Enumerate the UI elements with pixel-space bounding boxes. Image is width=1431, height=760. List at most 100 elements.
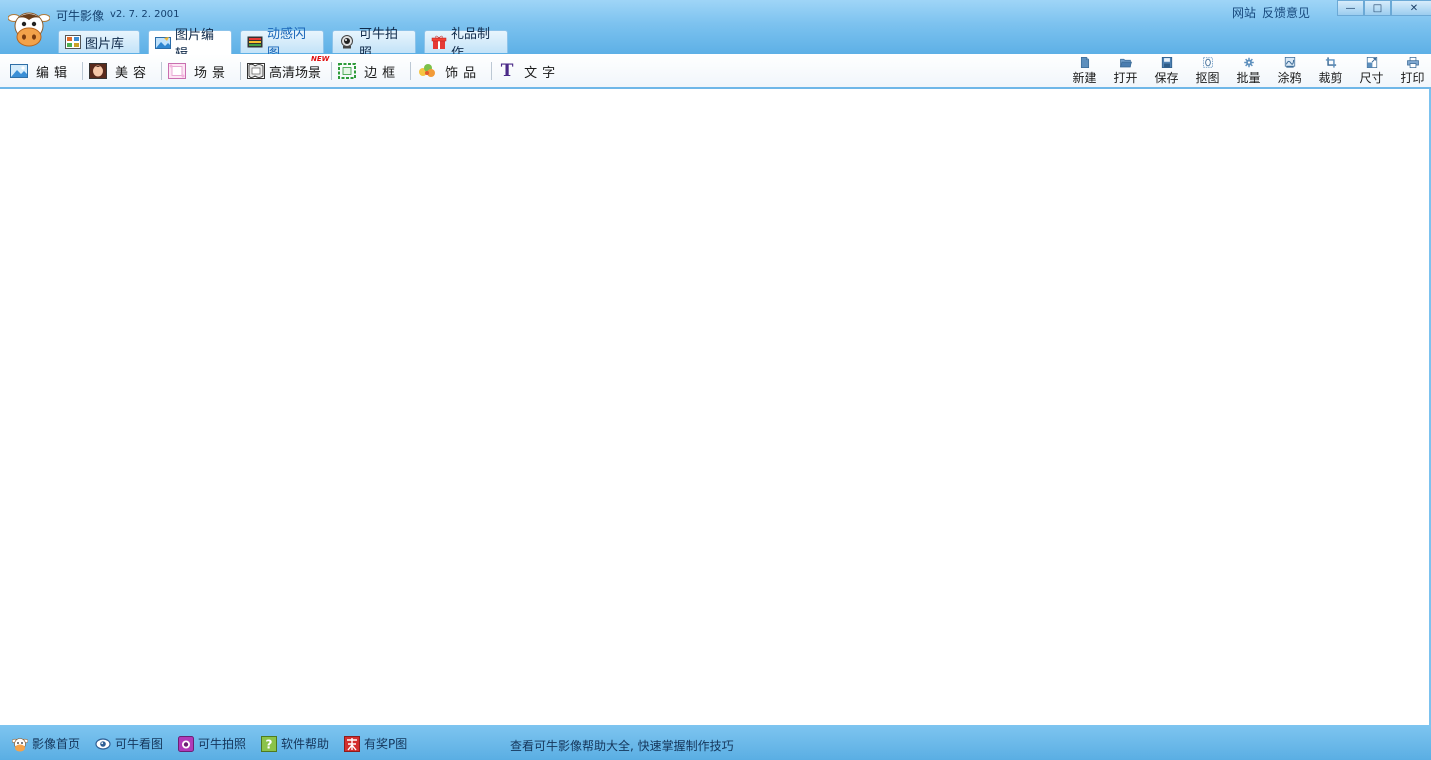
tool-scene[interactable]: 场景 (166, 60, 236, 82)
tool-label: 文字 (524, 65, 561, 81)
save-button[interactable]: 保存 (1146, 56, 1187, 86)
divider (161, 62, 163, 80)
website-link[interactable]: 网站 (1232, 4, 1256, 21)
help-link[interactable]: ? 软件帮助 (261, 735, 329, 752)
new-badge: NEW (311, 55, 330, 63)
scene-frame-icon (168, 63, 187, 79)
canvas-area[interactable] (0, 89, 1431, 725)
status-label: 可牛拍照 (198, 737, 247, 751)
tool-edit[interactable]: 编辑 (8, 60, 78, 82)
close-button[interactable]: ✕ (1391, 0, 1431, 16)
gift-icon (431, 35, 447, 49)
divider (82, 62, 84, 80)
tab-label: 图片库 (85, 36, 125, 52)
tool-label: 场景 (194, 65, 231, 81)
divider (331, 62, 333, 80)
doodle-icon (1284, 57, 1295, 68)
status-label: 有奖P图 (364, 737, 408, 751)
tool-hd-scene[interactable]: 高清场景 NEW (245, 55, 329, 82)
tool-label: 打印 (1400, 71, 1425, 85)
tab-gallery[interactable]: 图片库 (58, 30, 140, 53)
feedback-link[interactable]: 反馈意见 (1262, 4, 1310, 21)
tool-beauty[interactable]: 美容 (87, 60, 157, 82)
tab-photo-edit[interactable]: 图片编辑 (148, 28, 232, 62)
tool-label: 高清场景 (269, 65, 322, 81)
minimize-icon: — (1345, 2, 1356, 14)
cow-logo-icon (8, 12, 50, 47)
tool-label: 边框 (364, 65, 401, 81)
landscape-photo-icon (10, 64, 28, 78)
cutout-button[interactable]: 抠图 (1187, 56, 1228, 86)
status-label: 可牛看图 (115, 737, 164, 751)
face-portrait-icon (89, 63, 108, 79)
tool-text[interactable]: T 文字 (496, 60, 566, 82)
tool-border[interactable]: 边框 (336, 60, 406, 82)
print-button[interactable]: 打印 (1392, 56, 1431, 86)
app-title: 可牛影像 (56, 9, 105, 23)
cutout-icon (1202, 57, 1213, 68)
help-question-icon: ? (261, 735, 277, 752)
resize-button[interactable]: 尺寸 (1351, 56, 1392, 86)
status-bar: 影像首页 可牛看图 可牛拍照 ? 软件帮助 有奖P图 查看可牛影像帮助大全, 快… (0, 725, 1431, 760)
svg-text:?: ? (266, 737, 273, 751)
doodle-button[interactable]: 涂鸦 (1269, 56, 1310, 86)
tab-animated-gif[interactable]: 动感闪图 (240, 27, 324, 61)
title-bar: 可牛影像 v2. 7. 2. 2001 图片库 图片编辑 动感闪图 可牛拍照 (0, 0, 1431, 62)
prize-icon (344, 735, 360, 752)
status-label: 软件帮助 (281, 737, 330, 751)
viewer-link[interactable]: 可牛看图 (95, 735, 163, 752)
divider (491, 62, 493, 80)
clover-decoration-icon (419, 64, 436, 77)
tool-label: 编辑 (36, 65, 73, 81)
top-links: 网站 反馈意见 (1232, 4, 1310, 21)
save-disk-icon (1161, 57, 1172, 68)
minimize-button[interactable]: — (1337, 0, 1364, 16)
photo-edit-icon (155, 36, 171, 50)
tool-label: 涂鸦 (1277, 71, 1302, 85)
eye-viewer-icon (95, 737, 111, 750)
tool-decoration[interactable]: 饰品 (415, 60, 487, 82)
help-tip-link[interactable]: 查看可牛影像帮助大全, 快速掌握制作技巧 (510, 737, 734, 754)
close-icon: ✕ (1409, 2, 1419, 14)
tool-label: 尺寸 (1359, 71, 1384, 85)
crop-button[interactable]: 裁剪 (1310, 56, 1351, 86)
tab-gift[interactable]: 礼品制作 (424, 27, 508, 61)
edit-toolbar: 编辑 美容 场景 高清场景 NEW 边框 饰品 T 文字 新建 打开 保存 抠图… (0, 54, 1431, 89)
crop-icon (1325, 57, 1336, 68)
home-link[interactable]: 影像首页 (12, 735, 80, 752)
open-button[interactable]: 打开 (1105, 56, 1146, 86)
tool-label: 裁剪 (1318, 71, 1343, 85)
divider (240, 62, 242, 80)
hd-scene-icon (247, 63, 266, 79)
window-controls: — □ ✕ (1337, 0, 1431, 16)
batch-button[interactable]: 批量 (1228, 56, 1269, 86)
camera-link[interactable]: 可牛拍照 (178, 735, 246, 752)
app-version: v2. 7. 2. 2001 (110, 9, 180, 20)
prize-link[interactable]: 有奖P图 (344, 735, 407, 752)
tool-label: 抠图 (1195, 71, 1220, 85)
tool-label: 保存 (1154, 71, 1179, 85)
open-folder-icon (1119, 58, 1132, 68)
text-t-icon: T (500, 61, 514, 81)
tab-camera[interactable]: 可牛拍照 (332, 27, 416, 61)
maximize-icon: □ (1372, 2, 1383, 14)
printer-icon (1406, 57, 1419, 68)
new-button[interactable]: 新建 (1064, 56, 1105, 86)
tool-label: 饰品 (445, 65, 482, 81)
tool-label: 新建 (1072, 71, 1097, 85)
webcam-icon (339, 35, 355, 49)
edit-mode-tools: 编辑 美容 场景 高清场景 NEW 边框 饰品 T 文字 (8, 55, 566, 82)
batch-gear-icon (1243, 57, 1254, 68)
camera-icon (178, 735, 194, 752)
cow-home-icon (12, 737, 28, 751)
film-strip-icon (247, 35, 263, 49)
file-tools: 新建 打开 保存 抠图 批量 涂鸦 裁剪 尺寸 打印 (1064, 56, 1431, 86)
maximize-button[interactable]: □ (1364, 0, 1391, 16)
divider (410, 62, 412, 80)
status-label: 影像首页 (32, 737, 81, 751)
grid-thumbnails-icon (65, 35, 81, 49)
border-frame-icon (338, 63, 357, 79)
tool-label: 打开 (1113, 71, 1138, 85)
resize-icon (1366, 57, 1377, 68)
new-file-icon (1080, 57, 1089, 68)
